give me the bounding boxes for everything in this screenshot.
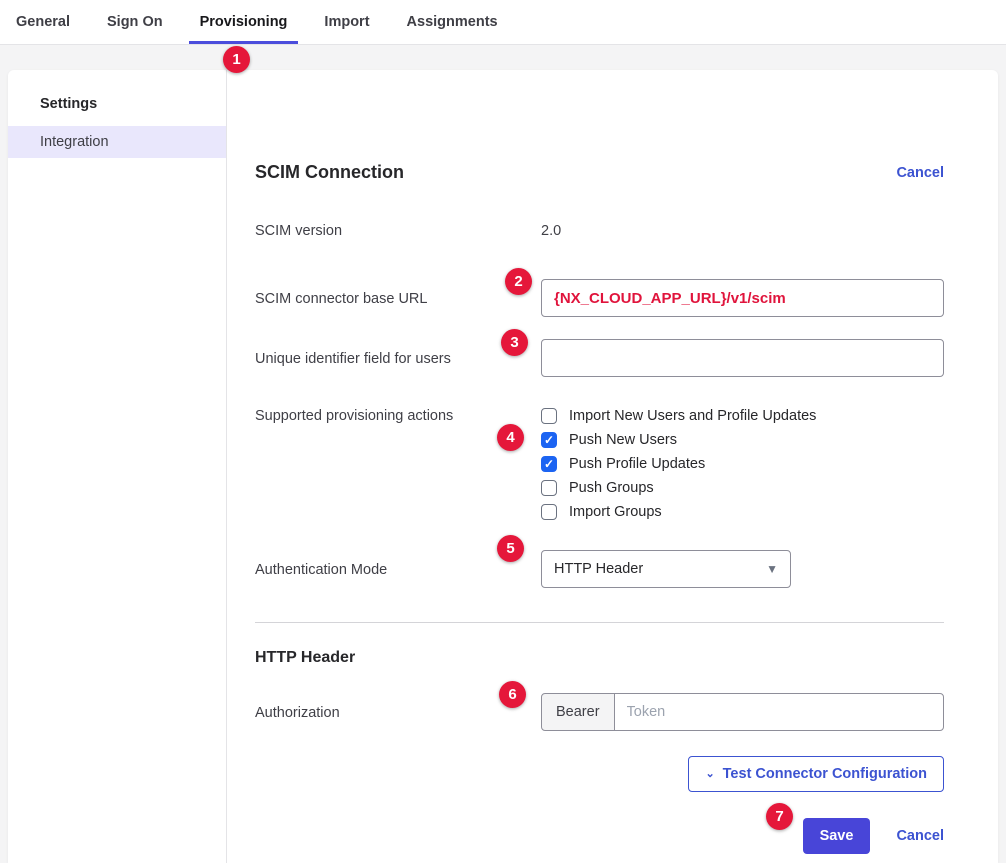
sidebar-header: Settings (8, 96, 226, 126)
checkbox-row-push-groups[interactable]: Push Groups (541, 476, 944, 500)
tab-general[interactable]: General (5, 0, 81, 44)
checkbox-label: Push Profile Updates (569, 456, 705, 472)
checkbox-row-push-new-users[interactable]: Push New Users (541, 428, 944, 452)
annotation-badge-5: 5 (497, 535, 524, 562)
annotation-badge-3: 3 (501, 329, 528, 356)
bearer-prefix: Bearer (541, 693, 615, 731)
annotation-badge-7: 7 (766, 803, 793, 830)
unique-id-input[interactable] (541, 339, 944, 377)
scim-version-label: SCIM version (255, 221, 541, 241)
checkbox-import-users[interactable] (541, 408, 557, 424)
tab-import[interactable]: Import (313, 0, 380, 44)
provisioning-actions-label: Supported provisioning actions (255, 404, 541, 426)
tab-sign-on[interactable]: Sign On (96, 0, 174, 44)
provisioning-card: Settings Integration SCIM Connection Can… (8, 70, 998, 863)
sidebar-item-integration[interactable]: Integration (8, 126, 226, 158)
checkbox-label: Push New Users (569, 432, 677, 448)
auth-mode-selected-value: HTTP Header (554, 561, 643, 577)
annotation-badge-4: 4 (497, 424, 524, 451)
http-header-section-title: HTTP Header (255, 649, 944, 667)
checkbox-label: Import Groups (569, 504, 662, 520)
chevron-down-icon: ▼ (766, 562, 778, 576)
base-url-label: SCIM connector base URL (255, 279, 541, 309)
annotation-badge-6: 6 (499, 681, 526, 708)
sidebar-item-label: Integration (40, 134, 109, 150)
save-button[interactable]: Save (803, 818, 871, 854)
token-input[interactable] (614, 693, 944, 731)
base-url-input[interactable] (541, 279, 944, 317)
app-tab-bar: General Sign On Provisioning Import Assi… (0, 0, 1006, 45)
test-connector-button[interactable]: ⌄ Test Connector Configuration (688, 756, 944, 792)
checkbox-push-new-users[interactable] (541, 432, 557, 448)
unique-id-label: Unique identifier field for users (255, 339, 541, 369)
authorization-label: Authorization (255, 693, 541, 723)
section-divider (255, 622, 944, 623)
auth-mode-select[interactable]: HTTP Header ▼ (541, 550, 791, 588)
scim-form: SCIM Connection Cancel SCIM version 2.0 … (227, 70, 998, 863)
checkbox-import-groups[interactable] (541, 504, 557, 520)
annotation-badge-1: 1 (223, 46, 250, 73)
annotation-badge-2: 2 (505, 268, 532, 295)
checkbox-row-push-profile-updates[interactable]: Push Profile Updates (541, 452, 944, 476)
checkbox-row-import-users[interactable]: Import New Users and Profile Updates (541, 404, 944, 428)
checkbox-label: Import New Users and Profile Updates (569, 408, 816, 424)
cancel-link-bottom[interactable]: Cancel (896, 828, 944, 844)
chevron-down-icon: ⌄ (705, 769, 714, 780)
settings-sidebar: Settings Integration (8, 70, 227, 863)
checkbox-push-profile-updates[interactable] (541, 456, 557, 472)
checkbox-label: Push Groups (569, 480, 654, 496)
page-title: SCIM Connection (255, 162, 404, 183)
test-connector-label: Test Connector Configuration (723, 766, 927, 782)
checkbox-push-groups[interactable] (541, 480, 557, 496)
tab-provisioning[interactable]: Provisioning (189, 0, 299, 44)
cancel-link-top[interactable]: Cancel (896, 165, 944, 181)
checkbox-row-import-groups[interactable]: Import Groups (541, 500, 944, 524)
scim-version-value: 2.0 (541, 221, 944, 241)
tab-assignments[interactable]: Assignments (396, 0, 509, 44)
